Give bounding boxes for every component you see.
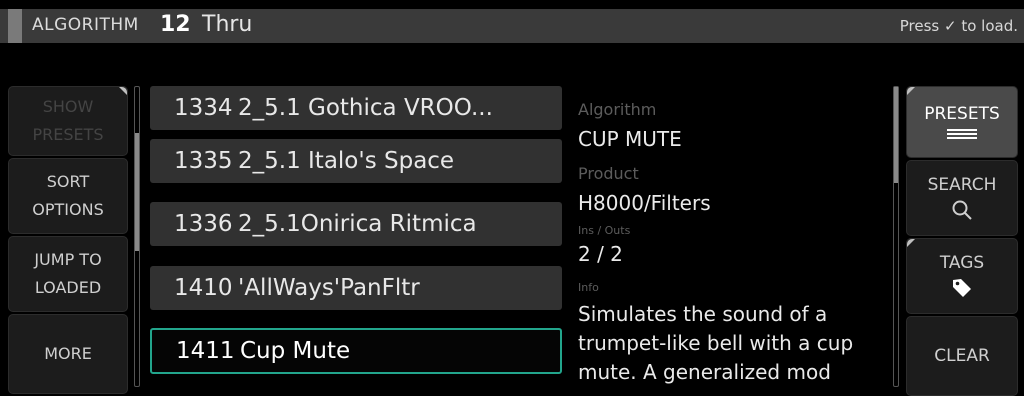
- preset-row[interactable]: 1336 2_5.1Onirica Ritmica: [150, 202, 562, 246]
- corner-marker: [119, 87, 127, 95]
- preset-number: 1334: [174, 95, 233, 121]
- details-scroll-thumb[interactable]: [894, 87, 898, 183]
- algorithm-name: Thru: [202, 12, 253, 37]
- preset-row[interactable]: 1335 2_5.1 Italo's Space: [150, 139, 562, 183]
- menu-lines-icon: [947, 129, 977, 139]
- preset-name: 2_5.1 Italo's Space: [238, 148, 455, 174]
- sort-options-line1: SORT: [46, 172, 90, 191]
- ins-outs-field-value: 2 / 2: [578, 242, 623, 266]
- tags-button-label: TAGS: [939, 253, 985, 273]
- sort-options-button[interactable]: SORT OPTIONS: [8, 158, 128, 234]
- more-label: MORE: [44, 344, 92, 363]
- jump-to-loaded-line2: LOADED: [34, 278, 102, 297]
- tags-button[interactable]: TAGS: [906, 238, 1018, 314]
- presets-button[interactable]: PRESETS: [906, 86, 1018, 158]
- load-hint: Press ✓ to load.: [899, 17, 1018, 35]
- preset-number: 1335: [174, 148, 233, 174]
- preset-name: 2_5.1Onirica Ritmica: [238, 211, 477, 237]
- clear-button[interactable]: CLEAR: [906, 316, 1018, 396]
- header-grip: [8, 9, 22, 43]
- product-field-label: Product: [578, 164, 639, 183]
- header-bar: ALGORITHM 12 Thru Press ✓ to load.: [0, 9, 1024, 43]
- search-button-label: SEARCH: [927, 175, 997, 195]
- show-presets-button[interactable]: SHOW PRESETS: [8, 86, 128, 156]
- algorithm-field-value: CUP MUTE: [578, 127, 682, 151]
- preset-number: 1336: [174, 211, 233, 237]
- search-button[interactable]: SEARCH: [906, 160, 1018, 236]
- corner-marker: [907, 87, 915, 95]
- preset-number: 1410: [174, 275, 233, 301]
- info-field-label: Info: [578, 281, 599, 294]
- preset-number: 1411: [176, 338, 235, 364]
- algorithm-label: ALGORITHM: [32, 15, 139, 35]
- show-presets-line2: PRESETS: [32, 125, 104, 144]
- preset-name: Cup Mute: [240, 338, 351, 364]
- preset-list-scrollbar[interactable]: [134, 86, 140, 387]
- preset-row[interactable]: 1410 'AllWays'PanFltr: [150, 266, 562, 310]
- ins-outs-field-label: Ins / Outs: [578, 224, 631, 237]
- preset-name: 'AllWays'PanFltr: [238, 275, 420, 301]
- algorithm-number: 12: [160, 12, 191, 37]
- show-presets-line1: SHOW: [42, 97, 94, 116]
- magnifier-icon: [952, 200, 972, 220]
- more-button[interactable]: MORE: [8, 314, 128, 394]
- sort-options-line2: OPTIONS: [32, 200, 104, 219]
- preset-row-selected[interactable]: 1411 Cup Mute: [150, 328, 562, 374]
- presets-button-label: PRESETS: [924, 104, 1000, 124]
- preset-row[interactable]: 1334 2_5.1 Gothica VROO...: [150, 86, 562, 130]
- jump-to-loaded-line1: JUMP TO: [34, 250, 102, 269]
- tag-icon: [953, 279, 971, 297]
- preset-name: 2_5.1 Gothica VROO...: [238, 95, 493, 121]
- clear-button-label: CLEAR: [934, 346, 990, 366]
- product-field-value: H8000/Filters: [578, 191, 711, 215]
- preset-list-scroll-thumb[interactable]: [135, 133, 139, 251]
- algorithm-field-label: Algorithm: [578, 100, 657, 119]
- left-button-column: SHOW PRESETS SORT OPTIONS JUMP TO LOADED…: [8, 86, 128, 394]
- jump-to-loaded-button[interactable]: JUMP TO LOADED: [8, 236, 128, 312]
- info-field-value: Simulates the sound of a trumpet-like be…: [578, 302, 854, 384]
- details-scrollbar[interactable]: [893, 86, 899, 387]
- corner-marker: [907, 239, 915, 247]
